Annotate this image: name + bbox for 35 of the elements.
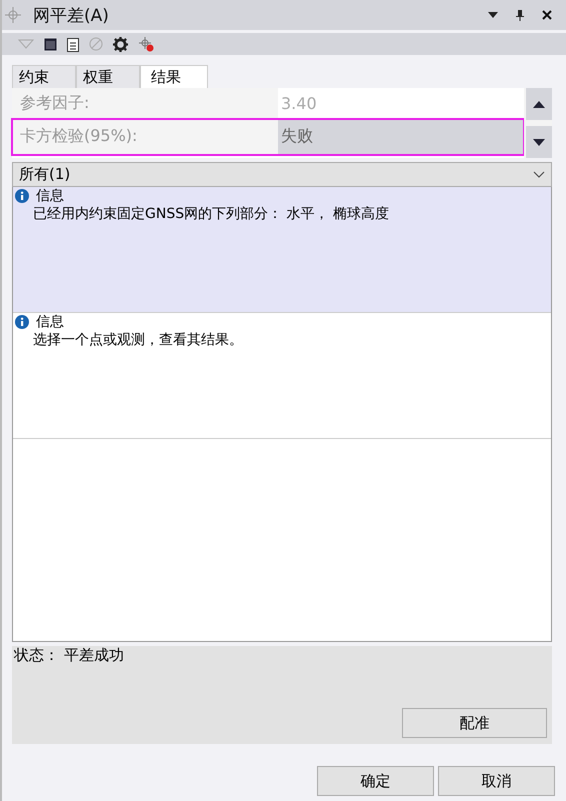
- console-icon[interactable]: [44, 38, 57, 50]
- filter-dropdown[interactable]: 所有(1): [12, 162, 552, 187]
- property-label: 参考因子:: [12, 88, 278, 118]
- info-icon: [15, 315, 29, 329]
- property-value: 3.40: [280, 92, 318, 114]
- message-item[interactable]: 信息 已经用内约束固定GNSS网的下列部分： 水平， 椭球高度: [13, 187, 551, 313]
- dropdown-icon[interactable]: [488, 12, 498, 18]
- register-button[interactable]: 配准: [402, 708, 547, 738]
- tab[interactable]: 结果: [140, 65, 208, 88]
- message-title: 信息: [36, 315, 64, 329]
- pin-icon[interactable]: [516, 10, 524, 20]
- message-title: 信息: [36, 189, 64, 203]
- dialog-button[interactable]: 取消: [438, 766, 555, 796]
- close-icon[interactable]: [542, 10, 552, 20]
- chevron-down-icon: [533, 171, 545, 178]
- property-value: 失败: [278, 119, 524, 154]
- message-item[interactable]: 信息 选择一个点或观测，查看其结果。: [13, 313, 551, 439]
- property-label: 卡方检验(95%):: [12, 119, 278, 154]
- settings-icon[interactable]: [113, 36, 128, 52]
- highlighted-row[interactable]: 卡方检验(95%): 失败: [12, 119, 524, 155]
- triangle-up-icon: [533, 100, 545, 108]
- triangle-down-icon: [533, 138, 545, 146]
- info-icon: [15, 189, 29, 203]
- clipboard-icon[interactable]: [67, 36, 79, 52]
- scroll-up-button[interactable]: [526, 88, 552, 120]
- crosshair-icon: [5, 7, 21, 23]
- remove-point-icon[interactable]: [138, 36, 154, 52]
- tab[interactable]: 权重: [76, 65, 140, 88]
- message-text: 选择一个点或观测，查看其结果。: [33, 331, 244, 349]
- dialog-button[interactable]: 确定: [317, 766, 434, 796]
- status-text: 状态： 平差成功: [12, 646, 124, 665]
- message-text: 已经用内约束固定GNSS网的下列部分： 水平， 椭球高度: [33, 205, 390, 223]
- window-title: 网平差(A): [33, 4, 109, 26]
- scroll-down-button[interactable]: [526, 126, 552, 158]
- tab[interactable]: 约束: [12, 65, 76, 88]
